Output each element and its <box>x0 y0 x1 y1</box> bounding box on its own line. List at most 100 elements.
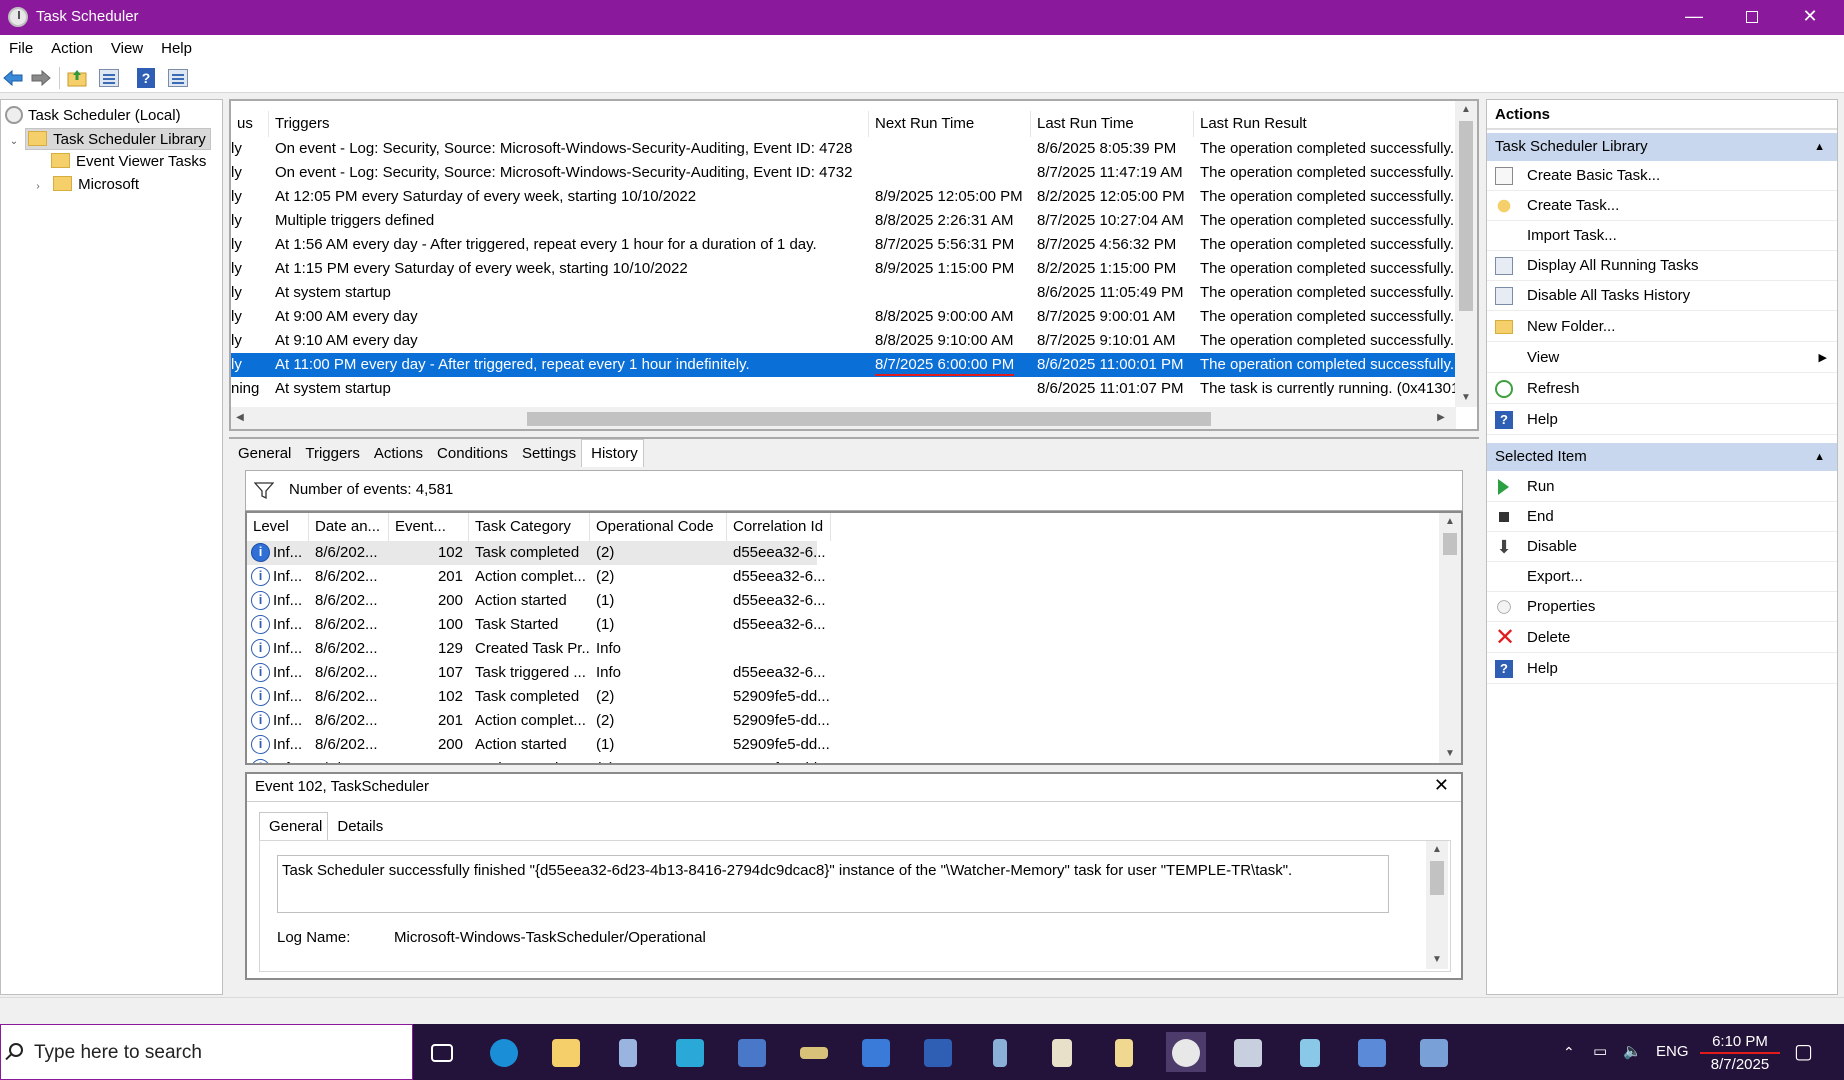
event-message[interactable]: Task Scheduler successfully finished "{d… <box>277 855 1389 913</box>
section-selected-item[interactable]: Selected Item ▲ <box>1487 443 1837 471</box>
action-help[interactable]: ? Help <box>1487 405 1837 435</box>
taskbar-task-scheduler[interactable] <box>1166 1032 1206 1072</box>
action-help-selected[interactable]: ? Help <box>1487 654 1837 684</box>
taskbar-app-6[interactable] <box>794 1032 834 1072</box>
tree-item-microsoft[interactable]: › Microsoft <box>31 174 139 196</box>
action-delete[interactable]: ✕ Delete <box>1487 623 1837 653</box>
task-row[interactable]: ly At 9:10 AM every day 8/8/2025 9:10:00 A… <box>231 329 1456 353</box>
events-vscroll[interactable]: ▲ ▼ <box>1439 513 1461 763</box>
event-row[interactable]: i Inf... 8/6/202... 107 Task triggered ... In… <box>247 661 1442 685</box>
action-refresh[interactable]: Refresh <box>1487 374 1837 404</box>
collapse-up-icon[interactable]: ▲ <box>1814 133 1825 161</box>
tree-root[interactable]: Task Scheduler (Local) <box>5 105 181 127</box>
event-row[interactable]: i Inf... 8/6/202... 100 Task Started (1) d55ee… <box>247 613 1442 637</box>
event-row[interactable]: i Inf... 8/6/202... 201 Action complet... (2)… <box>247 565 1442 589</box>
tab-settings[interactable]: Settings <box>513 440 581 468</box>
network-icon[interactable]: ▭ <box>1593 1024 1607 1080</box>
scroll-thumb[interactable] <box>1430 861 1444 895</box>
action-disable-tasks-history[interactable]: Disable All Tasks History <box>1487 281 1837 311</box>
menu-help[interactable]: Help <box>152 35 201 63</box>
column-header-last-result[interactable]: Last Run Result <box>1194 111 1456 137</box>
chevron-down-icon[interactable]: ⌄ <box>7 131 21 153</box>
event-row[interactable]: i Inf... 8/6/202... 102 Task completed (2) d55… <box>247 541 826 565</box>
taskbar-app-11[interactable] <box>1104 1032 1144 1072</box>
task-row[interactable]: ly Multiple triggers defined 8/8/2025 2:26… <box>231 209 1456 233</box>
scroll-down-icon[interactable]: ▼ <box>1439 745 1461 763</box>
taskbar-app-13[interactable] <box>1228 1032 1268 1072</box>
scroll-thumb[interactable] <box>1459 121 1473 311</box>
column-header-next-run[interactable]: Next Run Time <box>869 111 1031 137</box>
notifications-icon[interactable]: ▢ <box>1794 1024 1813 1080</box>
task-row[interactable]: ly At 1:56 AM every day - After triggered… <box>231 233 1456 257</box>
scroll-up-icon[interactable]: ▲ <box>1455 101 1477 119</box>
taskbar-app-15[interactable] <box>1352 1032 1392 1072</box>
chevron-right-icon[interactable]: › <box>31 176 45 198</box>
action-disable[interactable]: ⬇ Disable <box>1487 532 1837 562</box>
tab-conditions[interactable]: Conditions <box>428 440 513 468</box>
event-detail-vscroll[interactable]: ▲ ▼ <box>1426 841 1448 969</box>
close-icon[interactable]: ✕ <box>1434 775 1449 796</box>
hscroll-thumb[interactable] <box>527 412 1211 426</box>
column-header-status[interactable]: us <box>231 111 269 137</box>
task-row[interactable]: ly On event - Log: Security, Source: Micr… <box>231 137 1456 161</box>
volume-muted-icon[interactable]: 🔈 <box>1623 1024 1642 1080</box>
tree-item-library[interactable]: ⌄ Task Scheduler Library <box>7 128 211 150</box>
taskbar-edge[interactable] <box>484 1032 524 1072</box>
back-button[interactable] <box>2 67 24 89</box>
event-row[interactable]: i Inf... 8/6/202... 102 Task completed (2) 529… <box>247 685 1442 709</box>
task-row[interactable]: ly At 1:15 PM every Saturday of every wee… <box>231 257 1456 281</box>
scroll-up-icon[interactable]: ▲ <box>1426 841 1448 859</box>
close-button[interactable]: ✕ <box>1781 0 1839 35</box>
column-header-level[interactable]: Level <box>247 513 309 541</box>
event-row[interactable]: iInf...8/6/202...100Task Started(1)52909… <box>247 757 1442 763</box>
tab-actions[interactable]: Actions <box>365 440 428 468</box>
language-indicator[interactable]: ENG <box>1656 1024 1689 1080</box>
help-button[interactable]: ? <box>135 67 157 89</box>
scroll-up-icon[interactable]: ▲ <box>1439 513 1461 531</box>
task-row[interactable]: ly At system startup 8/6/2025 11:05:49 PM T… <box>231 281 1456 305</box>
minimize-button[interactable]: — <box>1665 0 1723 35</box>
event-row[interactable]: i Inf... 8/6/202... 129 Created Task Pr... In… <box>247 637 1442 661</box>
taskbar-powershell[interactable] <box>918 1032 958 1072</box>
taskbar-file-explorer[interactable] <box>546 1032 586 1072</box>
task-row[interactable]: ly At 11:00 PM every day - After triggere… <box>231 353 1456 377</box>
task-row[interactable]: ly At 12:05 PM every Saturday of every we… <box>231 185 1456 209</box>
event-row[interactable]: i Inf... 8/6/202... 200 Action started (1) 529… <box>247 733 1442 757</box>
tree-item-event-viewer-tasks[interactable]: Event Viewer Tasks <box>51 151 206 173</box>
forward-button[interactable] <box>30 67 52 89</box>
tab-general[interactable]: General <box>229 440 296 468</box>
scroll-left-icon[interactable]: ◀ <box>231 407 249 429</box>
column-header-triggers[interactable]: Triggers <box>269 111 869 137</box>
menu-file[interactable]: File <box>0 35 42 63</box>
column-header-last-run[interactable]: Last Run Time <box>1031 111 1194 137</box>
action-export[interactable]: Export... <box>1487 562 1837 592</box>
column-header-event-id[interactable]: Event... <box>389 513 469 541</box>
taskbar-app-7[interactable] <box>856 1032 896 1072</box>
taskbar-app-16[interactable] <box>1414 1032 1454 1072</box>
action-new-folder[interactable]: New Folder... <box>1487 312 1837 342</box>
scroll-down-icon[interactable]: ▼ <box>1426 951 1448 969</box>
scroll-thumb[interactable] <box>1443 533 1457 555</box>
tab-history[interactable]: History <box>581 439 644 467</box>
taskbar-app-10[interactable] <box>1042 1032 1082 1072</box>
action-end[interactable]: End <box>1487 502 1837 532</box>
task-row[interactable]: ning At system startup 8/6/2025 11:01:07 P… <box>231 377 1456 401</box>
event-row[interactable]: i Inf... 8/6/202... 201 Action complet... (2)… <box>247 709 1442 733</box>
filter-icon[interactable] <box>254 482 274 500</box>
column-header-operational-code[interactable]: Operational Code <box>590 513 727 541</box>
action-create-basic-task[interactable]: Create Basic Task... <box>1487 161 1837 191</box>
taskbar-app-4[interactable] <box>670 1032 710 1072</box>
maximize-button[interactable] <box>1723 0 1781 35</box>
taskbar-app-9[interactable] <box>980 1032 1020 1072</box>
show-hide-tree-button[interactable] <box>97 67 119 89</box>
task-row[interactable]: ly At 9:00 AM every day 8/8/2025 9:00:00 A… <box>231 305 1456 329</box>
section-task-scheduler-library[interactable]: Task Scheduler Library ▲ <box>1487 133 1837 161</box>
task-list-hscroll[interactable]: ◀ ▶ <box>231 407 1456 429</box>
task-row[interactable]: ly On event - Log: Security, Source: Micr… <box>231 161 1456 185</box>
task-view-button[interactable] <box>422 1032 462 1072</box>
scroll-right-icon[interactable]: ▶ <box>1432 407 1450 429</box>
taskbar-search[interactable]: Type here to search <box>0 1024 413 1080</box>
taskbar-app-5[interactable] <box>732 1032 772 1072</box>
action-import-task[interactable]: Import Task... <box>1487 221 1837 251</box>
column-header-task-category[interactable]: Task Category <box>469 513 590 541</box>
